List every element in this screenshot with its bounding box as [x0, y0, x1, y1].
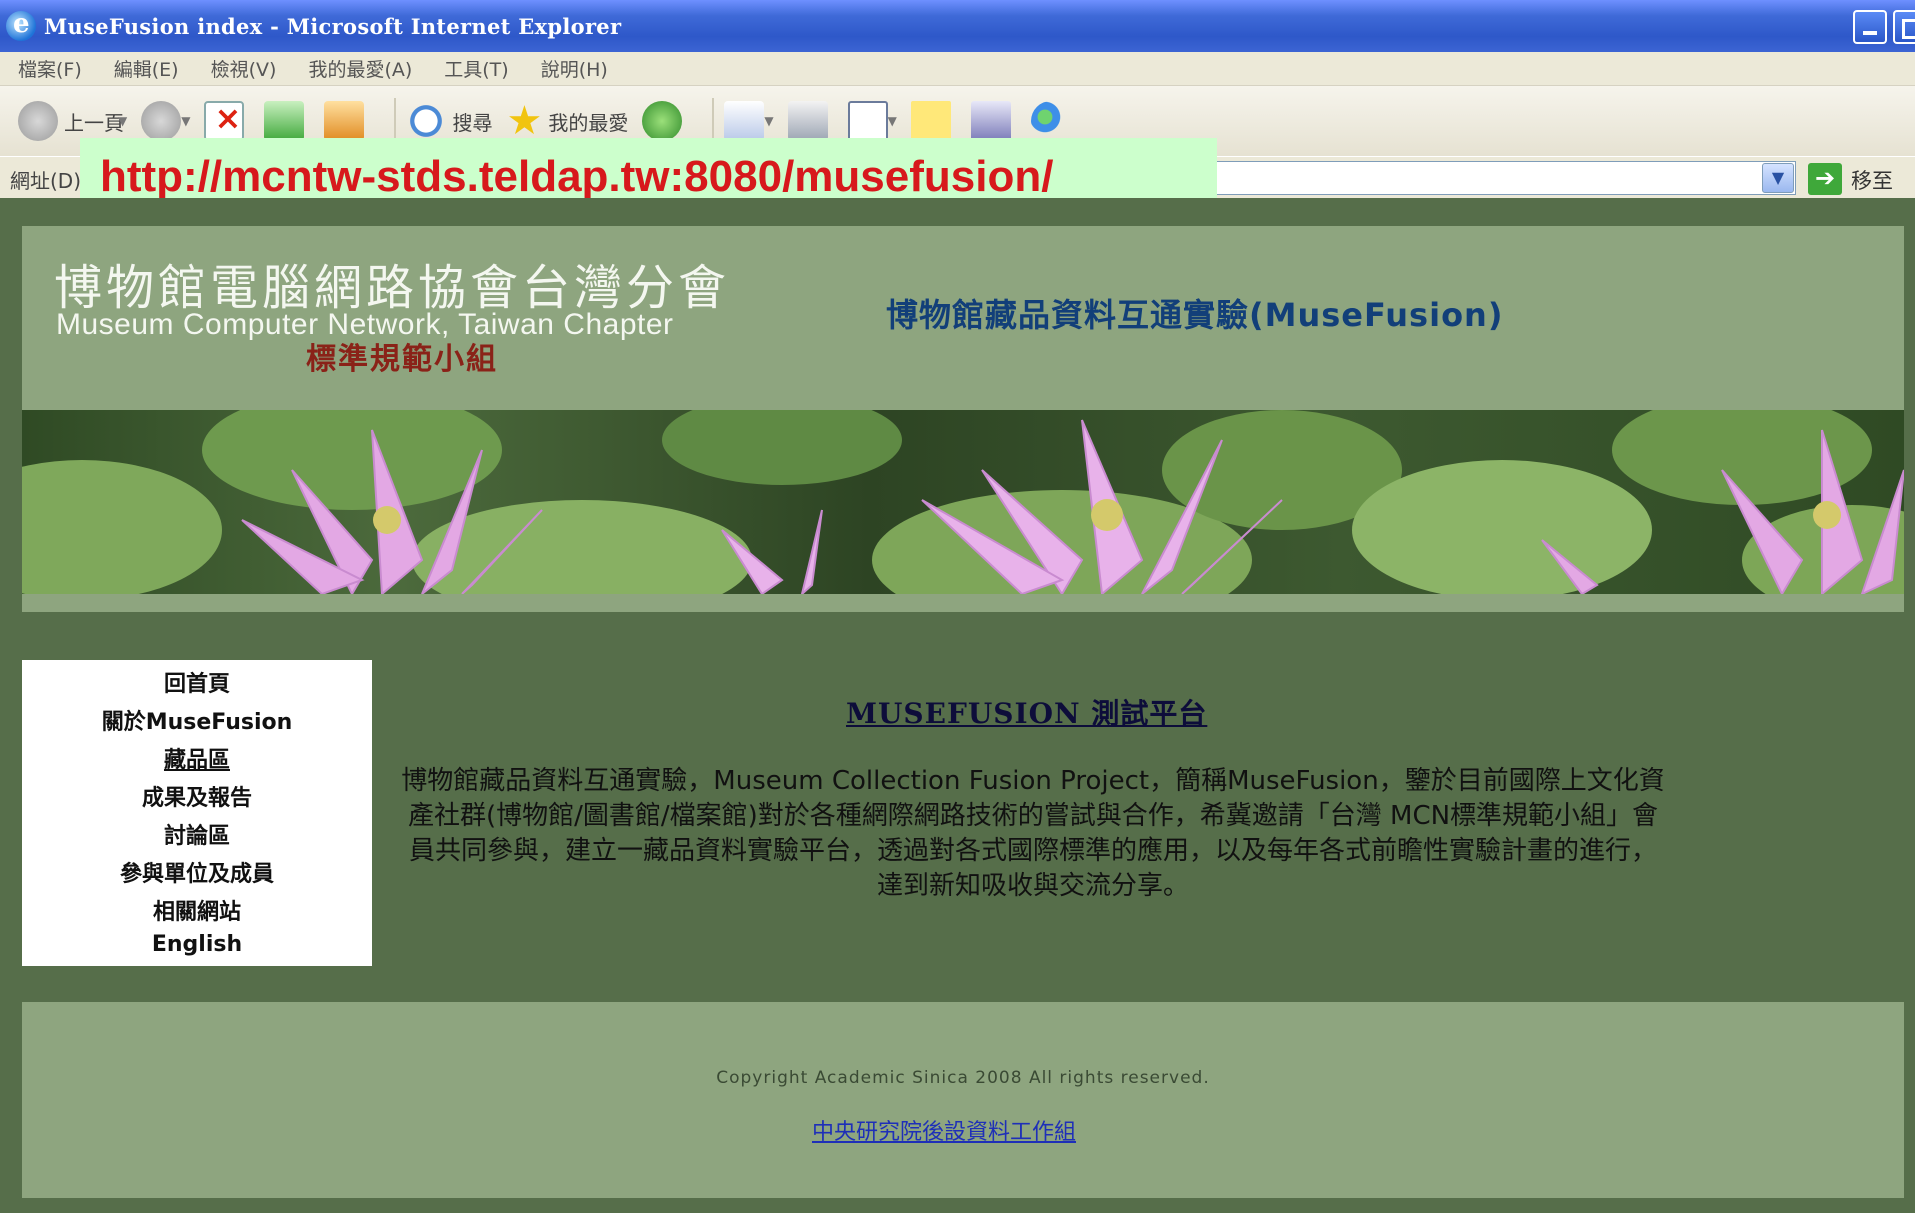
nav-home[interactable]: 回首頁 [22, 666, 372, 698]
research-icon [970, 101, 1011, 141]
site-title: 博物館藏品資料互通實驗(MuseFusion) [886, 296, 1504, 334]
go-button[interactable]: 移至 [1851, 165, 1893, 195]
printer-icon [787, 101, 828, 141]
favorites-button[interactable]: ★ 我的最愛 [506, 98, 629, 144]
history-icon [642, 101, 683, 141]
address-dropdown-icon[interactable]: ▼ [1762, 163, 1794, 193]
menu-view[interactable]: 檢視(V) [211, 55, 277, 82]
mail-icon [724, 101, 765, 141]
refresh-icon [264, 101, 305, 141]
address-label: 網址(D) [10, 169, 82, 193]
minimize-button[interactable] [1853, 10, 1887, 44]
home-icon [324, 101, 365, 141]
menu-help[interactable]: 說明(H) [541, 55, 608, 82]
messenger-icon [1030, 101, 1071, 141]
research-button[interactable] [970, 101, 1017, 141]
search-button[interactable]: 搜尋 [406, 101, 492, 141]
menu-edit[interactable]: 編輯(E) [114, 55, 179, 82]
page-viewport: 博物館電腦網路協會台灣分會 Museum Computer Network, T… [0, 198, 1915, 1213]
chevron-down-icon[interactable]: ▼ [118, 114, 127, 128]
forward-button[interactable]: ▼ [141, 101, 190, 141]
forward-arrow-icon [141, 101, 182, 141]
nav-members[interactable]: 參與單位及成員 [22, 856, 372, 888]
nav-links[interactable]: 相關網站 [22, 894, 372, 926]
stop-icon [204, 99, 245, 141]
side-navigation: 回首頁 關於MuseFusion 藏品區 成果及報告 討論區 參與單位及成員 相… [22, 660, 372, 966]
menu-file[interactable]: 檔案(F) [18, 55, 82, 82]
intro-paragraph: 博物館藏品資料互通實驗，Museum Collection Fusion Pro… [401, 766, 1665, 901]
window-title: MuseFusion index - Microsoft Internet Ex… [44, 13, 622, 39]
nav-results[interactable]: 成果及報告 [22, 780, 372, 812]
back-label: 上一頁 [64, 110, 124, 135]
maximize-button[interactable] [1893, 10, 1915, 44]
refresh-button[interactable] [264, 101, 310, 141]
lotus-banner-graphic [22, 410, 1904, 594]
mail-button[interactable]: ▼ [724, 101, 774, 141]
window-titlebar: MuseFusion index - Microsoft Internet Ex… [0, 0, 1915, 52]
menu-tools[interactable]: 工具(T) [444, 55, 508, 82]
word-icon [847, 101, 888, 141]
nav-english[interactable]: English [22, 932, 372, 957]
chevron-down-icon[interactable]: ▼ [181, 114, 190, 128]
menu-favorites[interactable]: 我的最愛(A) [308, 55, 412, 82]
star-icon: ★ [506, 98, 543, 144]
go-arrow-icon[interactable]: ➔ [1808, 163, 1842, 195]
favorites-label: 我的最愛 [548, 110, 629, 135]
back-button[interactable]: 上一頁 ▼ [18, 101, 127, 141]
search-icon [406, 101, 447, 141]
discuss-button[interactable] [910, 101, 957, 141]
logo-subtitle: 標準規範小組 [306, 342, 498, 377]
lotus-banner-image [22, 410, 1904, 594]
site-header: 博物館電腦網路協會台灣分會 Museum Computer Network, T… [22, 226, 1904, 612]
messenger-button[interactable] [1030, 101, 1077, 141]
history-button[interactable] [642, 101, 688, 141]
search-label: 搜尋 [452, 110, 493, 135]
stop-button[interactable] [204, 99, 250, 141]
nav-about[interactable]: 關於MuseFusion [22, 704, 372, 736]
copyright-text: Copyright Academic Sinica 2008 All right… [716, 1068, 1210, 1088]
nav-forum[interactable]: 討論區 [22, 818, 372, 850]
back-arrow-icon [18, 101, 58, 141]
footer-link[interactable]: 中央研究院後設資料工作組 [812, 1114, 1076, 1146]
chevron-down-icon[interactable]: ▼ [888, 114, 897, 128]
edit-button[interactable]: ▼ [847, 101, 897, 141]
chevron-down-icon[interactable]: ▼ [764, 114, 773, 128]
note-icon [910, 101, 951, 141]
ie-logo-icon [6, 9, 36, 41]
menu-bar: 檔案(F) 編輯(E) 檢視(V) 我的最愛(A) 工具(T) 說明(H) [0, 52, 1915, 86]
site-footer: Copyright Academic Sinica 2008 All right… [22, 1002, 1904, 1198]
print-button[interactable] [787, 101, 834, 141]
home-button[interactable] [324, 101, 370, 141]
platform-title[interactable]: MUSEFUSION 測試平台 [846, 692, 1207, 732]
nav-collection[interactable]: 藏品區 [22, 742, 372, 774]
